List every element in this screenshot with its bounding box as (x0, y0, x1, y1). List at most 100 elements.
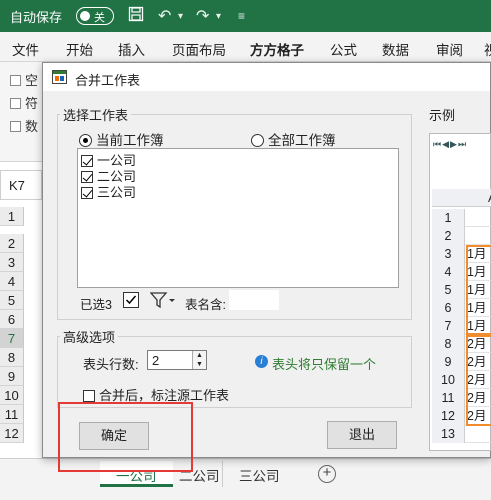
select-all-toggle-icon[interactable] (123, 292, 139, 311)
preview-row: 1 (432, 209, 491, 227)
preview-row-number: 9 (432, 353, 465, 371)
radio-selected-icon (79, 134, 92, 147)
preview-row-number: 7 (432, 317, 465, 335)
autosave-toggle[interactable]: 关 (76, 7, 114, 25)
radio-all-workbooks[interactable]: 全部工作簿 (251, 129, 336, 149)
checkbox-empty-icon (83, 390, 95, 402)
autosave-label: 自动保存 (10, 10, 63, 25)
header-rows-label: 表头行数: (83, 357, 139, 372)
ribbon-option-1[interactable]: 空 (10, 70, 38, 89)
row-header[interactable]: 5 (0, 291, 24, 310)
preview-row-number: 1 (432, 209, 465, 227)
toggle-knob (80, 11, 90, 21)
radio-all-label: 全部工作簿 (268, 133, 336, 148)
preview-row-number: 2 (432, 227, 465, 245)
sheet-name-label: 表名含: (185, 298, 226, 312)
radio-current-label: 当前工作簿 (96, 133, 164, 148)
tab-page-layout[interactable]: 页面布局 (172, 39, 226, 59)
row-header[interactable]: 7 (0, 329, 24, 348)
add-sheet-icon[interactable]: + (318, 465, 336, 483)
row-header[interactable]: 2 (0, 234, 24, 253)
row-header[interactable]: 12 (0, 424, 24, 443)
name-box[interactable]: K7 (0, 170, 42, 200)
tab-formulas[interactable]: 公式 (330, 39, 357, 59)
row-header[interactable]: 6 (0, 310, 24, 329)
preview-row: 2 (432, 227, 491, 245)
ribbon-option-label: 符 (25, 96, 39, 111)
list-item-label: 三公司 (97, 185, 137, 200)
preview-col-header: A (432, 189, 491, 207)
row-header[interactable]: 1 (0, 207, 24, 226)
tab-data[interactable]: 数据 (382, 39, 409, 59)
row-header[interactable]: 10 (0, 386, 24, 405)
tab-review[interactable]: 审阅 (436, 39, 463, 59)
preview-highlight-feb (466, 335, 491, 426)
row-header[interactable]: 4 (0, 272, 24, 291)
ribbon-tabs: 文件 开始 插入 页面布局 方方格子 公式 数据 审阅 视 (0, 32, 491, 65)
preview-row: 13 (432, 425, 491, 443)
header-rows-stepper[interactable]: 2 ▲ ▼ (147, 350, 207, 370)
row-header[interactable]: 11 (0, 405, 24, 424)
checkbox-icon (10, 98, 21, 109)
customize-qat-icon[interactable]: ≡ (238, 9, 245, 23)
row-header[interactable]: 3 (0, 253, 24, 272)
undo-icon[interactable]: ↶ (158, 6, 171, 26)
checkbox-checked-icon (81, 187, 93, 199)
tab-home[interactable]: 开始 (66, 39, 93, 59)
tab-insert[interactable]: 插入 (118, 39, 145, 59)
preview-row-number: 13 (432, 425, 465, 443)
preview-row-number: 6 (432, 299, 465, 317)
dialog-titlebar: 合并工作表 (43, 63, 490, 91)
sheet-name-input[interactable] (229, 290, 279, 310)
undo-dropdown-icon[interactable]: ▾ (178, 11, 183, 22)
merge-sheets-dialog: 合并工作表 选择工作表 当前工作簿 全部工作簿 一公司 二公司 三公司 已选3 … (42, 62, 491, 458)
preview-nav-icon: ⏮◀▶⏭ (433, 139, 468, 149)
preview-row-number: 5 (432, 281, 465, 299)
redo-dropdown-icon[interactable]: ▾ (216, 11, 221, 22)
checkbox-icon (10, 121, 21, 132)
app-icon (52, 70, 67, 84)
row-header[interactable]: 8 (0, 348, 24, 367)
preview-row-number: 10 (432, 371, 465, 389)
preview-row-number: 8 (432, 335, 465, 353)
tab-view[interactable]: 视 (484, 39, 491, 59)
redo-icon[interactable]: ↷ (196, 6, 209, 26)
filter-icon[interactable] (149, 291, 176, 312)
dialog-title: 合并工作表 (75, 73, 141, 88)
exit-button[interactable]: 退出 (327, 421, 397, 449)
tab-fangfang[interactable]: 方方格子 (250, 39, 304, 65)
preview-label: 示例 (429, 108, 456, 123)
radio-current-workbook[interactable]: 当前工作簿 (79, 129, 164, 149)
select-sheets-label: 选择工作表 (60, 105, 132, 124)
tab-file[interactable]: 文件 (12, 39, 39, 59)
advanced-options-label: 高级选项 (60, 327, 119, 346)
ribbon-option-3[interactable]: 数 (10, 116, 38, 135)
sheet-tab-3[interactable]: 三公司 (222, 461, 296, 487)
row-header[interactable]: 9 (0, 367, 24, 386)
stepper-up-icon[interactable]: ▲ (192, 351, 206, 360)
save-icon[interactable] (128, 6, 144, 27)
preview-row-number: 12 (432, 407, 465, 425)
worksheet-grid[interactable]: 1 2 3 4 5 6 7 8 9 10 11 12 (0, 205, 42, 465)
stepper-down-icon[interactable]: ▼ (192, 360, 206, 369)
mark-source-label: 合并后，标注源工作表 (99, 388, 230, 403)
preview-row-number: 3 (432, 245, 465, 263)
ribbon-option-label: 数 (25, 119, 39, 134)
list-item[interactable]: 三公司 (81, 182, 136, 201)
radio-empty-icon (251, 134, 264, 147)
ribbon-option-label: 空 (25, 73, 39, 88)
header-rows-value: 2 (152, 353, 160, 368)
annotation-highlight (58, 402, 193, 472)
hint-text: 表头将只保留一个 (272, 357, 377, 372)
title-bar: 自动保存 关 ↶ ▾ ↷ ▾ ≡ (0, 0, 491, 32)
selected-count: 已选3 (80, 298, 112, 312)
preview-sheet: ⏮◀▶⏭ A 1231月41月51月61月71月82月92月102月112月12… (429, 133, 491, 451)
preview-highlight-jan (466, 245, 491, 335)
info-icon: i (255, 355, 268, 368)
checkbox-icon (10, 75, 21, 86)
preview-row-number: 4 (432, 263, 465, 281)
toggle-state: 关 (94, 12, 105, 24)
sheet-listbox[interactable]: 一公司 二公司 三公司 (77, 148, 399, 288)
ribbon-option-2[interactable]: 符 (10, 93, 38, 112)
preview-row-number: 11 (432, 389, 465, 407)
